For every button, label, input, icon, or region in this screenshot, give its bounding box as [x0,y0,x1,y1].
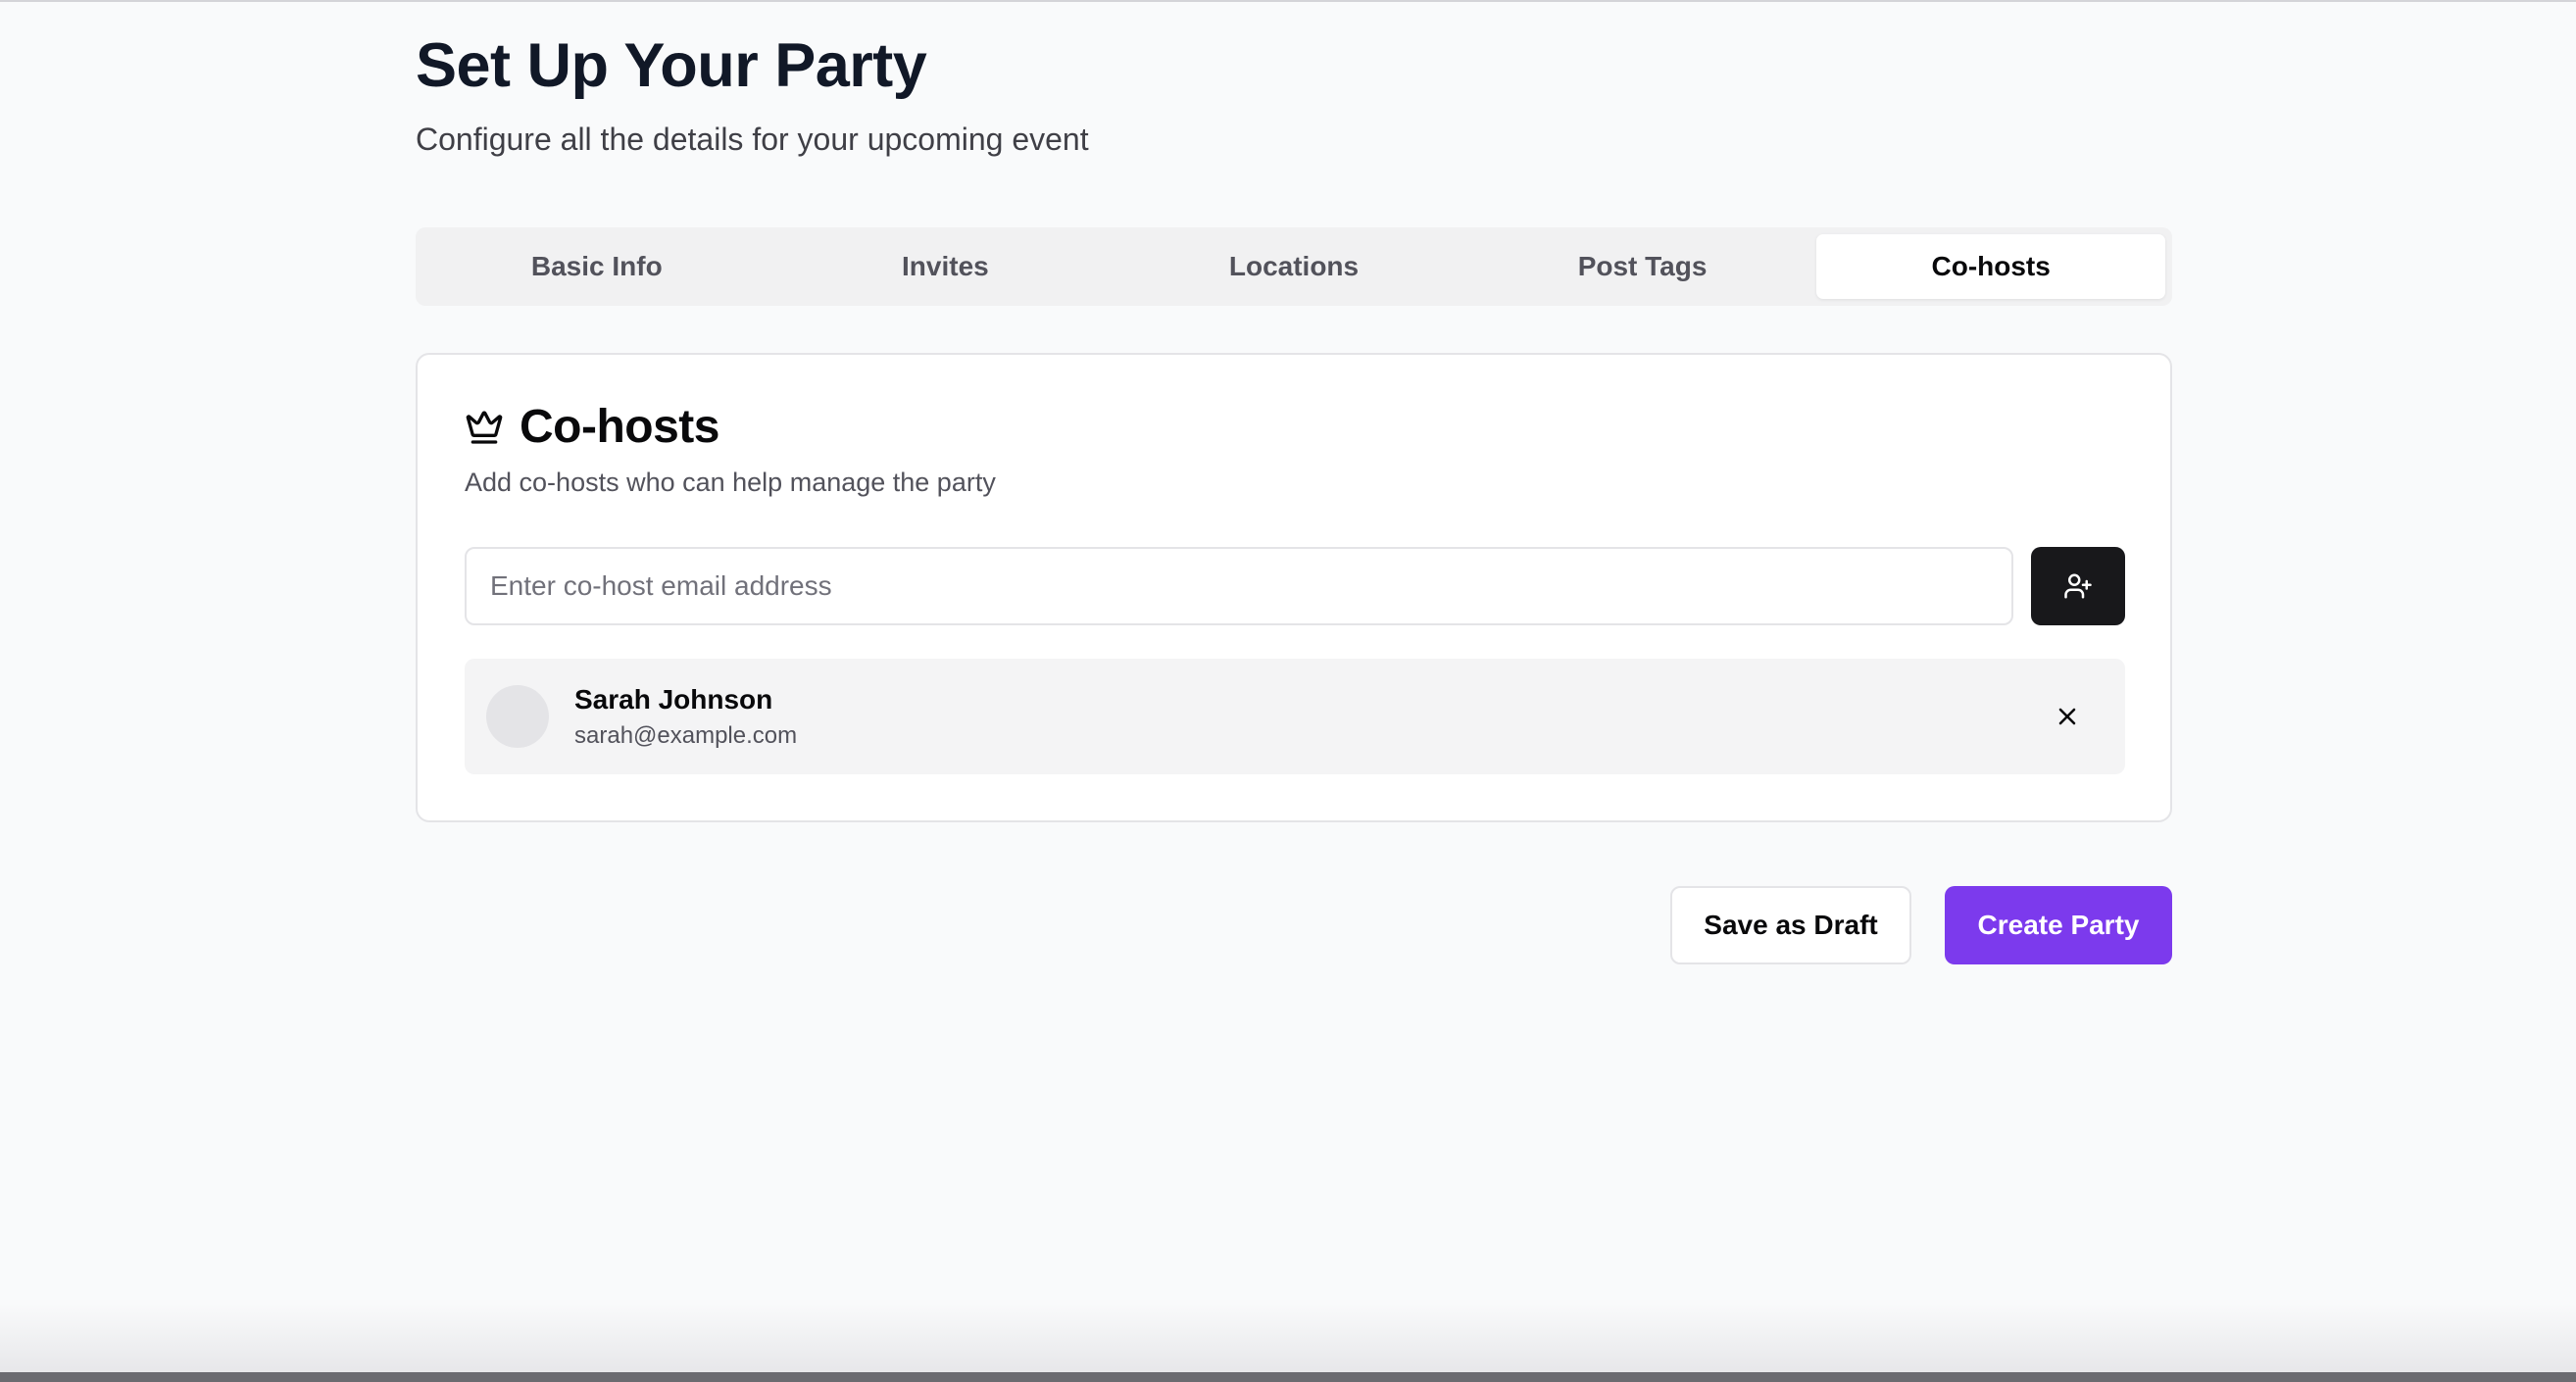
card-title: Co-hosts [520,401,719,453]
card-header: Co-hosts [465,398,719,457]
window-bottom-shadow [0,1304,2576,1372]
close-icon [2058,708,2076,725]
page-title: Set Up Your Party [416,31,927,100]
cohost-list-item: Sarah Johnson sarah@example.com [465,659,2125,774]
tab-list: Basic Info Invites Locations Post Tags C… [416,227,2172,306]
cohost-email: sarah@example.com [574,722,798,749]
tab-basic-info[interactable]: Basic Info [422,234,771,299]
page-subtitle: Configure all the details for your upcom… [416,122,1089,157]
user-plus-icon [2064,573,2092,599]
tab-invites[interactable]: Invites [771,234,1120,299]
tab-post-tags[interactable]: Post Tags [1468,234,1817,299]
top-divider [0,0,2576,2]
cohost-name: Sarah Johnson [574,684,773,715]
save-draft-button[interactable]: Save as Draft [1670,886,1911,964]
card-description: Add co-hosts who can help manage the par… [465,468,996,497]
remove-cohost-button[interactable] [2045,694,2090,739]
cohosts-card: Co-hosts Add co-hosts who can help manag… [416,353,2172,822]
tab-co-hosts[interactable]: Co-hosts [1816,234,2165,299]
crown-icon [465,408,504,447]
avatar [486,685,549,748]
tab-locations[interactable]: Locations [1119,234,1468,299]
add-cohost-button[interactable] [2031,547,2125,625]
create-party-button[interactable]: Create Party [1945,886,2172,964]
window-bottom-edge [0,1372,2576,1382]
cohost-email-input[interactable] [465,547,2013,625]
